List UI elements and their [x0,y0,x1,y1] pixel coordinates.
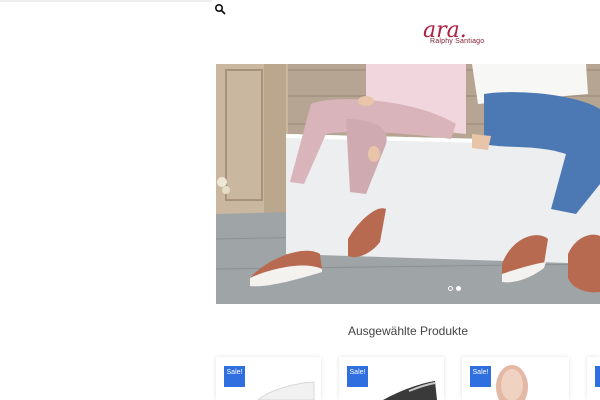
slider-dot-1[interactable] [448,286,453,291]
shoe-image [496,365,528,400]
logo-subtitle: Ralphy Santiago [430,38,485,45]
sale-badge: Sale! [470,366,491,387]
search-icon[interactable] [214,2,226,15]
slider-dot-2[interactable] [456,286,461,291]
shoe-image [257,381,315,400]
sale-badge: Sale! [347,366,368,387]
slider-dots [448,286,461,291]
sale-badge: Sale! [224,366,245,387]
left-blank-pane [0,0,212,400]
product-card-4[interactable] [587,357,600,400]
hero-slider[interactable] [216,64,600,304]
page: ara. Ralphy Santiago Ausgewählte Produkt… [0,0,600,400]
top-divider [0,0,212,2]
product-card-2[interactable]: Sale! [339,357,444,400]
product-card-3[interactable]: Sale! [462,357,569,400]
sale-badge-partial [595,366,600,387]
shoe-image [383,381,437,400]
section-title-featured: Ausgewählte Produkte [347,324,469,338]
product-card-1[interactable]: Sale! [216,357,321,400]
hero-image [216,64,600,304]
